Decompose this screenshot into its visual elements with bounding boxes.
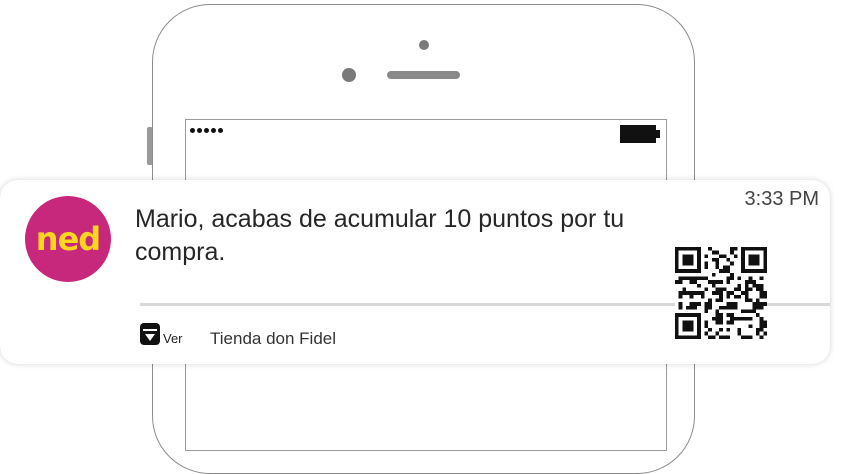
download-box-icon	[140, 323, 160, 345]
app-logo: ned	[25, 196, 111, 282]
app-logo-text: ned	[35, 220, 101, 258]
ver-action-label: Ver	[163, 331, 183, 346]
signal-dots-icon	[190, 126, 223, 134]
battery-icon	[620, 125, 660, 143]
ver-action-button[interactable]: Ver	[139, 322, 183, 346]
notification-time: 3:33 PM	[744, 188, 819, 210]
proximity-sensor	[342, 68, 356, 82]
qr-code-icon	[675, 247, 767, 339]
earpiece-speaker	[387, 71, 460, 79]
notification-message: Mario, acabas de acumular 10 puntos por …	[135, 205, 625, 266]
store-name: Tienda don Fidel	[210, 329, 337, 348]
front-camera	[419, 40, 429, 50]
